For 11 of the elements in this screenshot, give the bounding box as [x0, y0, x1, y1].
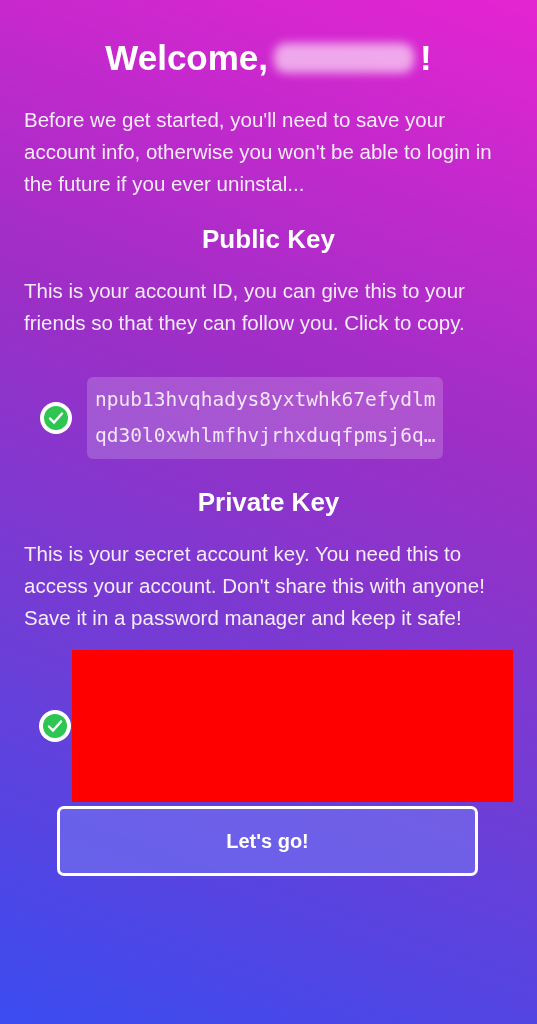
- check-circle-icon: [38, 709, 73, 743]
- description-text: This is your account ID, you can give this to your friends so that they can follow you. Click to copy.: [24, 278, 466, 336]
- description-text: This is your secret account key. You need this to access your account. Don't share this with anyone! Save it in a password manager and keep it safe!: [24, 541, 486, 631]
- exclamation-mark: !: [420, 38, 432, 78]
- intro-text: Before we get started, you'll need to save your account info, otherwise you won't be able to login in the future if you ever uninstal...: [24, 107, 493, 197]
- check-circle-icon: [38, 401, 73, 435]
- lets-go-button[interactable]: Let's go!: [57, 806, 478, 876]
- public-key-field[interactable]: npub13hvqhadys8yxtwhk67efydlmqd30l0xwhlmfhvjrhxduqfpmsj6q…: [87, 377, 444, 459]
- section-heading: Private Key: [196, 487, 341, 518]
- welcome-title: Welcome,: [105, 38, 269, 78]
- section-heading: Public Key: [201, 224, 336, 255]
